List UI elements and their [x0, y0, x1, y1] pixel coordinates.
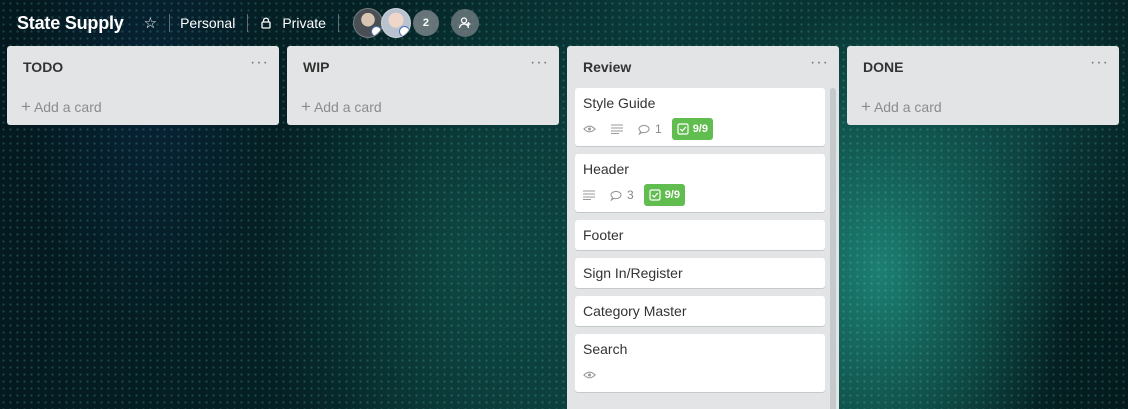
member-count-badge[interactable]: 2	[412, 10, 439, 36]
card-title: Header	[583, 161, 629, 177]
list-menu-icon[interactable]: ···	[530, 55, 549, 79]
team-visibility-label: Personal	[180, 15, 236, 31]
card-sign-in-register[interactable]: Sign In/Register	[575, 258, 825, 288]
header-divider	[247, 14, 249, 32]
list-menu-icon[interactable]: ···	[250, 55, 269, 79]
list-title[interactable]: TODO	[23, 59, 63, 75]
add-card-button[interactable]: + Add a card	[287, 88, 559, 125]
add-card-label: Add a card	[313, 98, 382, 115]
member-badge-icon	[398, 26, 410, 37]
comment-badge: 3	[610, 188, 634, 202]
comment-count: 3	[627, 188, 634, 202]
board-header: State Supply ☆ Personal Private 2	[0, 0, 1128, 46]
list-header: WIP ···	[287, 46, 559, 88]
lock-icon	[261, 17, 271, 29]
list-done: DONE ··· + Add a card	[847, 46, 1119, 125]
plus-icon: +	[21, 97, 31, 116]
card-footer[interactable]: Footer	[575, 220, 825, 250]
checklist-icon	[677, 123, 689, 135]
list-header: Review ···	[567, 46, 839, 88]
description-icon	[583, 190, 600, 200]
comment-icon	[610, 190, 622, 201]
list-wip: WIP ··· + Add a card	[287, 46, 559, 125]
card-title: Sign In/Register	[583, 265, 683, 281]
eye-icon	[583, 124, 601, 134]
privacy-label: Private	[282, 15, 326, 31]
list-scrollbar[interactable]	[830, 88, 836, 409]
header-divider	[169, 14, 171, 32]
checklist-icon	[649, 189, 661, 201]
list-menu-icon[interactable]: ···	[810, 55, 829, 79]
card-title: Style Guide	[583, 95, 656, 111]
checklist-badge: 9/9	[643, 184, 685, 206]
checklist-count: 9/9	[664, 189, 680, 201]
list-title[interactable]: DONE	[863, 59, 903, 75]
members: 2	[352, 8, 479, 38]
add-card-button[interactable]: + Add a card	[7, 88, 279, 125]
list-review: Review ··· Style Guide 1 9/9 Header 3 9/…	[567, 46, 839, 409]
add-member-icon[interactable]	[450, 9, 479, 37]
plus-icon: +	[301, 97, 311, 116]
eye-icon	[583, 370, 601, 380]
add-card-button[interactable]: + Add a card	[847, 88, 1119, 125]
comment-badge: 1	[638, 122, 662, 136]
card-search[interactable]: Search	[575, 334, 825, 392]
member-badge-icon	[370, 26, 382, 37]
list-header: TODO ···	[7, 46, 279, 88]
card-list: Style Guide 1 9/9 Header 3 9/9 Footer Si…	[567, 88, 839, 409]
comment-icon	[638, 124, 650, 135]
list-header: DONE ···	[847, 46, 1119, 88]
card-title: Footer	[583, 227, 624, 243]
plus-icon: +	[861, 97, 871, 116]
card-style-guide[interactable]: Style Guide 1 9/9	[575, 88, 825, 146]
star-icon[interactable]: ☆	[144, 14, 157, 32]
add-card-label: Add a card	[873, 98, 942, 115]
checklist-badge: 9/9	[671, 118, 713, 140]
avatar[interactable]	[352, 8, 383, 38]
list-todo: TODO ··· + Add a card	[7, 46, 279, 125]
checklist-count: 9/9	[692, 123, 708, 135]
card-title: Search	[583, 341, 628, 357]
header-divider	[337, 14, 339, 32]
add-card-label: Add a card	[33, 98, 102, 115]
list-title[interactable]: Review	[583, 59, 631, 75]
board-title[interactable]: State Supply	[17, 13, 124, 34]
description-icon	[611, 124, 628, 134]
card-category-master[interactable]: Category Master	[575, 296, 825, 326]
avatar[interactable]	[380, 8, 411, 38]
list-title[interactable]: WIP	[303, 59, 329, 75]
card-badges: 3 9/9	[583, 184, 817, 206]
card-badges	[583, 364, 817, 386]
card-badges: 1 9/9	[583, 118, 817, 140]
list-menu-icon[interactable]: ···	[1090, 55, 1109, 79]
comment-count: 1	[655, 122, 662, 136]
team-visibility-button[interactable]: Personal	[180, 15, 235, 31]
privacy-button[interactable]: Private	[258, 15, 326, 31]
card-title: Category Master	[583, 303, 687, 319]
card-header[interactable]: Header 3 9/9	[575, 154, 825, 212]
